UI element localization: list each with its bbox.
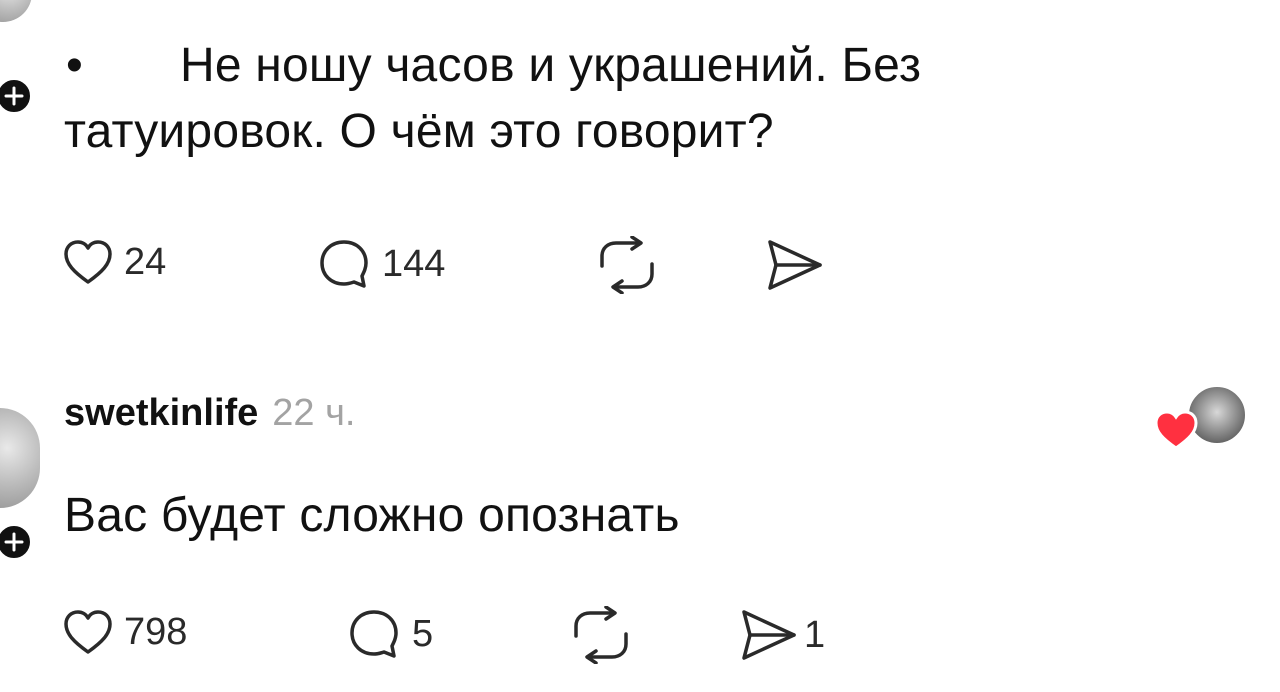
reply-share-count: 1 [804,613,826,656]
post-comment-button[interactable]: 144 [316,236,445,292]
post-text-line2: татуировок. О чём это говорит? [64,105,774,158]
send-icon [742,610,796,660]
reply-header: swetkinlife 22 ч. [64,392,355,435]
reply-comment-button[interactable]: 5 [346,606,433,662]
repost-arrows-icon [600,236,654,294]
reply-share-button[interactable]: 1 [738,606,825,664]
reply-like-button[interactable]: 798 [62,608,187,656]
post-text: • Не ношу часов и украшений. Без татуиро… [64,34,1214,164]
comment-bubble-icon [320,240,368,288]
reply-comment-count: 5 [412,612,434,655]
plus-icon [4,86,24,106]
comment-bubble-icon [350,610,398,658]
reply-username[interactable]: swetkinlife [64,392,258,435]
reply-timestamp: 22 ч. [272,392,356,434]
heart-outline-icon [64,610,112,654]
bullet: • [66,39,84,92]
send-icon [768,240,822,290]
reply-repost-button[interactable] [568,606,634,664]
post-like-count: 24 [124,240,167,283]
plus-icon [4,532,24,552]
post-text-line1: Не ношу часов и украшений. Без [180,39,922,92]
liked-by-author-indicator [1152,382,1252,452]
reply-author-avatar[interactable] [0,408,40,508]
reply-like-count: 798 [124,610,188,653]
heart-outline-icon [64,240,112,284]
reply-follow-plus-button[interactable] [0,522,34,562]
post-share-button[interactable] [764,236,826,294]
post-comment-count: 144 [382,242,446,285]
heart-filled-icon [1154,410,1198,450]
repost-arrows-icon [574,606,628,664]
post-author-avatar[interactable] [0,0,32,22]
follow-plus-button[interactable] [0,76,34,116]
reply-text: Вас будет сложно опознать [64,489,680,542]
post-like-button[interactable]: 24 [62,238,166,286]
post-repost-button[interactable] [594,236,660,294]
